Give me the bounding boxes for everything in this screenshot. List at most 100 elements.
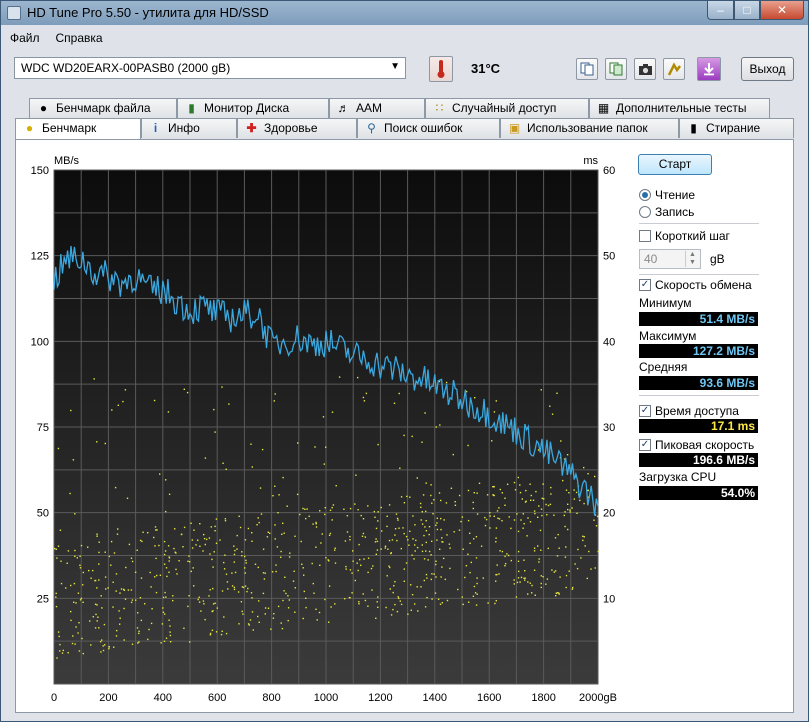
- access-time-point: [556, 555, 559, 557]
- access-time-point: [332, 504, 335, 506]
- access-time-point: [577, 548, 579, 551]
- short-stroke-spinner[interactable]: 40 ▲ ▼: [639, 249, 701, 269]
- tab-info[interactable]: i Инфо: [141, 118, 237, 138]
- access-time-point: [504, 565, 506, 567]
- access-time-point: [540, 582, 542, 585]
- access-time-point: [95, 613, 97, 616]
- access-time-point: [212, 603, 215, 605]
- access-time-point: [330, 606, 332, 608]
- access-time-point: [55, 548, 57, 550]
- access-time-point: [233, 545, 235, 547]
- access-time-point: [74, 549, 76, 552]
- access-time-point: [66, 562, 68, 564]
- access-time-point: [281, 627, 284, 630]
- access-time-point: [531, 584, 533, 587]
- access-time-point: [80, 597, 83, 600]
- access-time-point: [533, 550, 536, 552]
- access-time-point: [588, 550, 590, 553]
- access-time-point: [525, 489, 527, 492]
- save-icon[interactable]: [697, 57, 721, 81]
- start-button[interactable]: Старт: [638, 154, 712, 175]
- burst-rate-checkbox[interactable]: ✓ Пиковая скорость: [639, 437, 787, 453]
- options-icon[interactable]: [663, 58, 685, 80]
- access-time-point: [462, 548, 464, 550]
- minimize-button[interactable]: –: [707, 1, 734, 20]
- access-time-point: [148, 628, 150, 631]
- read-radio[interactable]: Чтение: [639, 187, 779, 203]
- access-time-point: [405, 562, 408, 564]
- maximum-label: Максимум: [639, 329, 697, 343]
- x-tick-label: 1200: [368, 692, 392, 704]
- access-time-point: [280, 622, 282, 624]
- access-time-point: [535, 490, 537, 493]
- tab-random-access[interactable]: ∷ Случайный доступ: [425, 98, 589, 118]
- access-time-point: [76, 557, 78, 559]
- access-time-point: [241, 551, 243, 553]
- spinner-arrows-icon[interactable]: ▲ ▼: [685, 251, 699, 267]
- access-time-point: [551, 413, 554, 415]
- y-right-tick-label: 20: [603, 508, 615, 520]
- exit-button[interactable]: Выход: [741, 57, 794, 81]
- tab-aam[interactable]: ♬ AAM: [329, 98, 425, 118]
- tab-erase[interactable]: ▮ Стирание: [679, 118, 794, 138]
- tab-file-benchmark[interactable]: ● Бенчмарк файла: [29, 98, 177, 118]
- tab-error-scan[interactable]: ⚲ Поиск ошибок: [357, 118, 500, 138]
- menu-file[interactable]: Файл: [2, 29, 48, 49]
- access-time-point: [189, 561, 191, 563]
- access-time-point: [315, 526, 318, 528]
- write-radio[interactable]: Запись: [639, 204, 779, 220]
- access-time-point: [430, 554, 432, 556]
- access-time-point: [251, 466, 253, 468]
- access-time-point: [398, 392, 400, 395]
- access-time-point: [331, 506, 333, 509]
- tab-health[interactable]: ✚ Здоровье: [237, 118, 357, 138]
- access-time-point: [59, 650, 61, 652]
- access-time-point: [346, 531, 349, 533]
- close-button[interactable]: ✕: [760, 1, 804, 20]
- drive-select[interactable]: WDC WD20EARX-00PASB0 (2000 gB) ▼: [14, 57, 406, 79]
- tab-disk-monitor[interactable]: ▮ Монитор Диска: [177, 98, 329, 118]
- access-time-point: [440, 499, 442, 502]
- access-time-point: [538, 558, 540, 560]
- camera-icon[interactable]: [634, 58, 656, 80]
- access-time-point: [394, 603, 396, 606]
- access-time-point: [103, 623, 106, 626]
- access-time-point: [546, 578, 549, 580]
- access-time-point: [344, 598, 346, 600]
- short-stroke-checkbox[interactable]: Короткий шаг: [639, 228, 787, 244]
- access-time-point: [545, 583, 547, 585]
- thermometer-icon[interactable]: [429, 56, 453, 82]
- access-time-point: [433, 499, 435, 501]
- access-time-point: [302, 567, 304, 569]
- access-time-point: [406, 495, 408, 498]
- copy-image-icon[interactable]: [605, 58, 627, 80]
- access-time-value: 17.1 ms: [639, 419, 758, 433]
- title-bar[interactable]: HD Tune Pro 5.50 - утилита для HD/SSD – …: [1, 1, 808, 25]
- access-time-point: [124, 598, 127, 600]
- tab-extra-tests[interactable]: ▦ Дополнительные тесты: [589, 98, 770, 118]
- access-time-point: [566, 454, 569, 456]
- access-time-point: [159, 574, 162, 576]
- access-time-point: [469, 542, 471, 544]
- access-time-point: [433, 573, 435, 575]
- access-time-point: [351, 592, 353, 594]
- maximize-button[interactable]: □: [734, 1, 760, 20]
- access-time-point: [494, 602, 496, 605]
- transfer-rate-checkbox[interactable]: ✓ Скорость обмена: [639, 277, 787, 293]
- access-time-point: [425, 520, 427, 522]
- access-time-point: [99, 640, 102, 643]
- tab-folder-usage[interactable]: ▣ Использование папок: [500, 118, 679, 138]
- access-time-point: [501, 520, 503, 522]
- access-time-point: [495, 537, 497, 539]
- access-time-point: [149, 571, 151, 574]
- radio-dot: [639, 189, 651, 201]
- access-time-point: [558, 547, 560, 549]
- access-time-checkbox[interactable]: ✓ Время доступа: [639, 403, 787, 419]
- y-right-tick-label: 10: [603, 593, 615, 605]
- access-time-point: [96, 533, 98, 535]
- access-time-point: [289, 552, 291, 554]
- menu-help[interactable]: Справка: [48, 29, 111, 49]
- copy-text-icon[interactable]: [576, 58, 598, 80]
- access-time-point: [398, 527, 400, 529]
- tab-benchmark[interactable]: ● Бенчмарк: [15, 118, 141, 139]
